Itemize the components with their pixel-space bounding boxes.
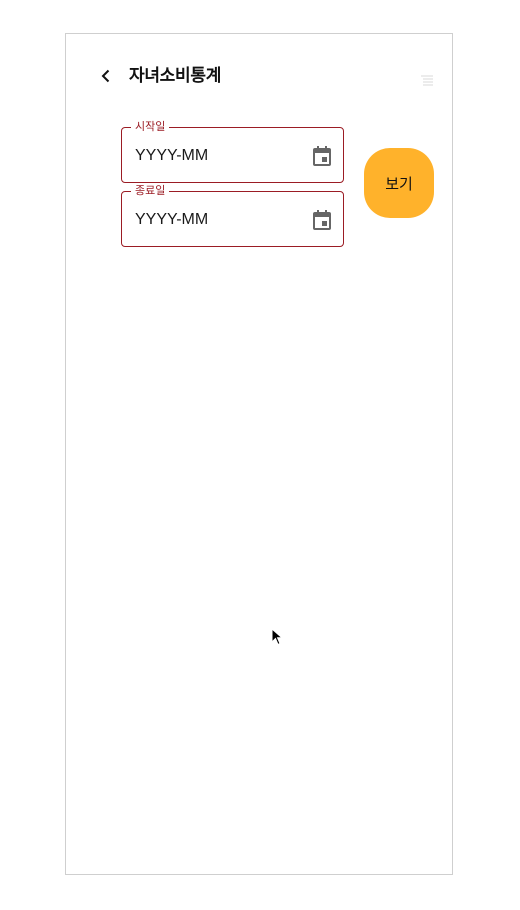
calendar-icon xyxy=(313,146,331,166)
view-button[interactable]: 보기 xyxy=(364,148,434,218)
start-date-input[interactable] xyxy=(135,144,295,168)
start-date-label: 시작일 xyxy=(131,120,170,134)
start-date-picker-button[interactable] xyxy=(311,144,333,168)
end-date-picker-button[interactable] xyxy=(311,208,333,232)
calendar-icon xyxy=(313,210,331,230)
end-date-label: 종료일 xyxy=(131,184,170,198)
app-screen: 자녀소비통계 시작일 종료일 xyxy=(65,33,453,875)
end-date-field: 종료일 xyxy=(121,184,344,247)
start-date-field: 시작일 xyxy=(121,120,344,183)
mouse-cursor-icon xyxy=(271,628,283,646)
list-icon[interactable] xyxy=(420,73,434,87)
end-date-input[interactable] xyxy=(135,208,295,232)
back-button[interactable] xyxy=(94,64,118,88)
chevron-left-icon xyxy=(101,69,110,83)
page-title: 자녀소비통계 xyxy=(129,66,222,86)
